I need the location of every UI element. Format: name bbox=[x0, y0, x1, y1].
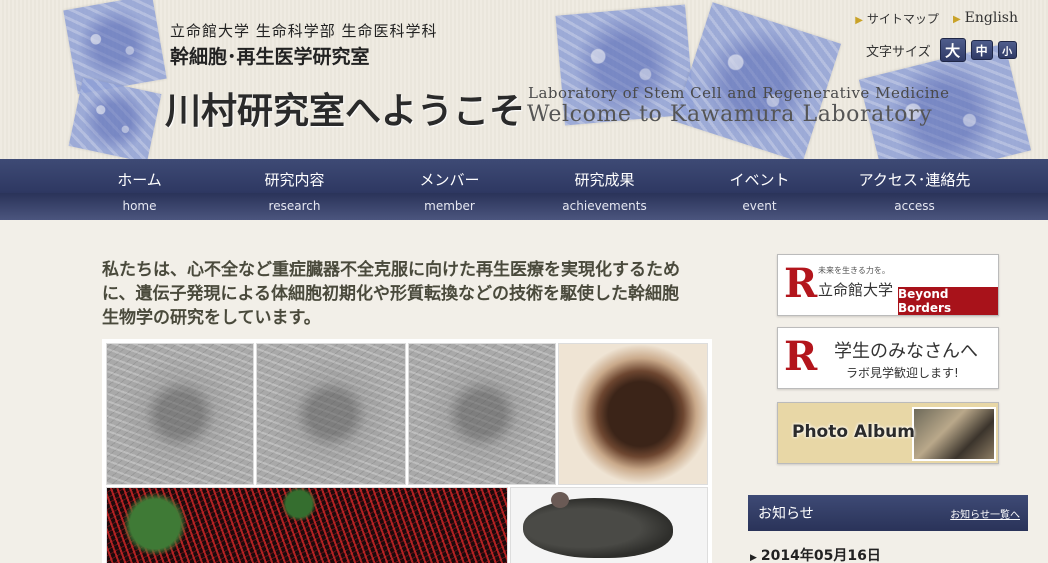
nav-label-en: member bbox=[424, 199, 475, 213]
news-date-text: 2014年05月16日 bbox=[760, 548, 881, 563]
nav-label-jp: 研究内容 bbox=[264, 171, 325, 189]
cell-image bbox=[106, 343, 254, 485]
photo-album-title: Photo Album bbox=[792, 422, 915, 442]
fluorescence-image bbox=[106, 487, 508, 563]
cell-photo bbox=[63, 0, 167, 95]
news-header: お知らせ お知らせ一覧へ bbox=[748, 495, 1028, 531]
sitemap-link[interactable]: ▶ サイトマップ bbox=[855, 10, 939, 27]
ritsumeikan-logo-icon: R bbox=[784, 260, 818, 307]
nav-label-jp: イベント bbox=[729, 171, 790, 189]
nav-label-jp: アクセス･連絡先 bbox=[858, 171, 971, 189]
nav-label-en: research bbox=[268, 199, 321, 213]
intro-text: 私たちは、心不全など重症臓器不全克服に向けた再生医療を実現化するために、遺伝子発… bbox=[102, 260, 680, 328]
mouse-body bbox=[523, 498, 673, 558]
students-banner-title: 学生のみなさんへ bbox=[834, 341, 978, 362]
ritsumeikan-banner[interactable]: R 未来を生きる力を。 立命館大学 Beyond Borders bbox=[777, 254, 999, 316]
cell-photo bbox=[68, 77, 162, 160]
english-label: English bbox=[964, 10, 1018, 26]
nav-label-en: access bbox=[894, 199, 935, 213]
main-nav: ホーム home 研究内容 research メンバー member 研究成果 achi… bbox=[0, 159, 1048, 220]
group-photo bbox=[912, 407, 996, 461]
photo-album-banner[interactable]: Photo Album bbox=[777, 402, 999, 464]
nav-item-member[interactable]: メンバー member bbox=[372, 159, 527, 220]
nav-item-event[interactable]: イベント event bbox=[682, 159, 837, 220]
research-image-grid bbox=[102, 339, 712, 563]
nav-label-jp: ホーム bbox=[117, 171, 162, 189]
sitemap-label: サイトマップ bbox=[866, 12, 939, 26]
cell-image bbox=[408, 343, 556, 485]
font-size-switcher: 文字サイズ 大 中 小 bbox=[866, 38, 1017, 62]
nav-label-en: home bbox=[122, 199, 157, 213]
font-size-medium-button[interactable]: 中 bbox=[970, 40, 993, 60]
lab-name-jp: 幹細胞･再生医学研究室 bbox=[170, 46, 370, 68]
university-name: 立命館大学 生命科学部 生命医科学科 bbox=[170, 22, 438, 40]
welcome-title-jp[interactable]: 川村研究室へようこそ bbox=[165, 82, 525, 134]
nav-label-en: achievements bbox=[562, 199, 647, 213]
font-size-label: 文字サイズ bbox=[866, 44, 931, 60]
triangle-right-icon: ▶ bbox=[750, 553, 757, 563]
news-item-date: ▶ 2014年05月16日 bbox=[750, 545, 881, 563]
top-links: ▶ サイトマップ ▶ English bbox=[855, 10, 1018, 27]
students-banner-subtitle: ラボ見学歓迎します! bbox=[846, 366, 959, 380]
beyond-borders-badge: Beyond Borders bbox=[898, 287, 998, 315]
nav-label-en: event bbox=[742, 199, 777, 213]
colony-image bbox=[558, 343, 708, 485]
nav-item-access[interactable]: アクセス･連絡先 access bbox=[837, 159, 992, 220]
students-banner[interactable]: R 学生のみなさんへ ラボ見学歓迎します! bbox=[777, 327, 999, 389]
banner-tagline: 未来を生きる力を。 bbox=[818, 266, 890, 275]
cell-photo bbox=[673, 2, 842, 160]
ritsumeikan-logo-icon: R bbox=[784, 333, 818, 380]
nav-item-research[interactable]: 研究内容 research bbox=[217, 159, 372, 220]
banner-university-name: 立命館大学 bbox=[818, 281, 894, 299]
english-link[interactable]: ▶ English bbox=[953, 10, 1018, 27]
arrow-right-icon: ▶ bbox=[855, 15, 863, 26]
nav-item-home[interactable]: ホーム home bbox=[62, 159, 217, 220]
font-size-large-button[interactable]: 大 bbox=[939, 38, 966, 62]
nav-label-jp: メンバー bbox=[419, 171, 480, 189]
cell-image bbox=[256, 343, 406, 485]
nav-label-jp: 研究成果 bbox=[574, 171, 635, 189]
mouse-image bbox=[510, 487, 708, 563]
mouse-ear bbox=[551, 492, 569, 508]
welcome-title-en: Welcome to Kawamura Laboratory bbox=[527, 102, 933, 127]
arrow-right-icon: ▶ bbox=[952, 14, 961, 25]
lab-name-en: Laboratory of Stem Cell and Regenerative… bbox=[528, 84, 950, 102]
nav-item-achievements[interactable]: 研究成果 achievements bbox=[527, 159, 682, 220]
news-list-link[interactable]: お知らせ一覧へ bbox=[950, 506, 1020, 521]
news-title: お知らせ bbox=[758, 506, 814, 522]
site-header: 立命館大学 生命科学部 生命医科学科 幹細胞･再生医学研究室 川村研究室へようこ… bbox=[0, 0, 1048, 160]
font-size-small-button[interactable]: 小 bbox=[997, 41, 1017, 59]
